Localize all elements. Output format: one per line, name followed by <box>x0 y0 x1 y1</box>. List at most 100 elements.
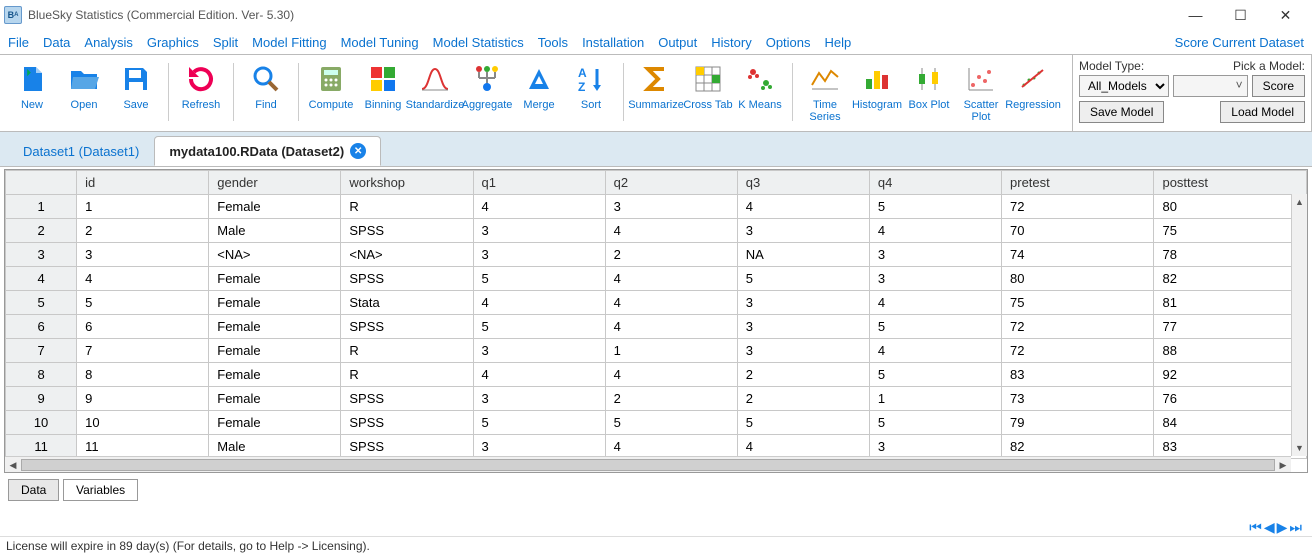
cell-q1[interactable]: 4 <box>473 291 605 315</box>
scroll-left-icon[interactable]: ◀ <box>5 457 21 473</box>
cell-posttest[interactable]: 83 <box>1154 435 1307 459</box>
cell-gender[interactable]: Female <box>209 291 341 315</box>
menu-data[interactable]: Data <box>43 35 70 50</box>
score-current-dataset-link[interactable]: Score Current Dataset <box>1175 35 1304 50</box>
table-row[interactable]: 55FemaleStata44347581 <box>6 291 1307 315</box>
cell-pretest[interactable]: 72 <box>1002 339 1154 363</box>
save-model-button[interactable]: Save Model <box>1079 101 1164 123</box>
cell-id[interactable]: 3 <box>77 243 209 267</box>
cell-posttest[interactable]: 76 <box>1154 387 1307 411</box>
cell-q1[interactable]: 3 <box>473 435 605 459</box>
nav-prev-icon[interactable]: ◀ <box>1264 519 1275 536</box>
crosstab-button[interactable]: Cross Tab <box>682 59 734 125</box>
boxplot-button[interactable]: Box Plot <box>903 59 955 125</box>
new-button[interactable]: New <box>6 59 58 125</box>
cell-q4[interactable]: 1 <box>869 387 1001 411</box>
cell-q4[interactable]: 3 <box>869 435 1001 459</box>
cell-workshop[interactable]: SPSS <box>341 219 473 243</box>
cell-q3[interactable]: 3 <box>737 315 869 339</box>
cell-id[interactable]: 9 <box>77 387 209 411</box>
cell-gender[interactable]: Female <box>209 267 341 291</box>
cell-posttest[interactable]: 88 <box>1154 339 1307 363</box>
cell-q4[interactable]: 3 <box>869 243 1001 267</box>
table-row[interactable]: 66FemaleSPSS54357277 <box>6 315 1307 339</box>
row-number[interactable]: 7 <box>6 339 77 363</box>
cell-q3[interactable]: 3 <box>737 219 869 243</box>
cell-id[interactable]: 11 <box>77 435 209 459</box>
cell-q1[interactable]: 5 <box>473 315 605 339</box>
cell-q1[interactable]: 3 <box>473 339 605 363</box>
cell-workshop[interactable]: R <box>341 195 473 219</box>
cell-id[interactable]: 8 <box>77 363 209 387</box>
table-row[interactable]: 11FemaleR43457280 <box>6 195 1307 219</box>
compute-button[interactable]: Compute <box>305 59 357 125</box>
nav-first-icon[interactable]: ⏮ <box>1249 519 1262 536</box>
find-button[interactable]: Find <box>240 59 292 125</box>
kmeans-button[interactable]: K Means <box>734 59 786 125</box>
col-posttest[interactable]: posttest <box>1154 171 1307 195</box>
row-number[interactable]: 4 <box>6 267 77 291</box>
table-row[interactable]: 1010FemaleSPSS55557984 <box>6 411 1307 435</box>
menu-split[interactable]: Split <box>213 35 238 50</box>
variables-tab[interactable]: Variables <box>63 479 138 501</box>
cell-q2[interactable]: 4 <box>605 291 737 315</box>
cell-pretest[interactable]: 80 <box>1002 267 1154 291</box>
col-q1[interactable]: q1 <box>473 171 605 195</box>
menu-help[interactable]: Help <box>825 35 852 50</box>
open-button[interactable]: Open <box>58 59 110 125</box>
col-pretest[interactable]: pretest <box>1002 171 1154 195</box>
cell-q4[interactable]: 5 <box>869 363 1001 387</box>
menu-model-statistics[interactable]: Model Statistics <box>433 35 524 50</box>
cell-q2[interactable]: 4 <box>605 363 737 387</box>
cell-gender[interactable]: Male <box>209 435 341 459</box>
cell-q3[interactable]: NA <box>737 243 869 267</box>
close-button[interactable] <box>1263 1 1308 29</box>
cell-posttest[interactable]: 92 <box>1154 363 1307 387</box>
row-number[interactable]: 8 <box>6 363 77 387</box>
save-button[interactable]: Save <box>110 59 162 125</box>
scroll-right-icon[interactable]: ▶ <box>1275 457 1291 473</box>
cell-posttest[interactable]: 81 <box>1154 291 1307 315</box>
cell-q1[interactable]: 4 <box>473 195 605 219</box>
menu-history[interactable]: History <box>711 35 751 50</box>
tab-dataset2[interactable]: mydata100.RData (Dataset2) ✕ <box>154 136 381 166</box>
cell-q1[interactable]: 3 <box>473 387 605 411</box>
cell-posttest[interactable]: 84 <box>1154 411 1307 435</box>
row-number[interactable]: 6 <box>6 315 77 339</box>
col-q3[interactable]: q3 <box>737 171 869 195</box>
cell-gender[interactable]: Female <box>209 339 341 363</box>
menu-graphics[interactable]: Graphics <box>147 35 199 50</box>
cell-q4[interactable]: 4 <box>869 219 1001 243</box>
cell-q3[interactable]: 5 <box>737 267 869 291</box>
cell-q3[interactable]: 2 <box>737 363 869 387</box>
cell-pretest[interactable]: 75 <box>1002 291 1154 315</box>
close-tab-icon[interactable]: ✕ <box>350 143 366 159</box>
cell-workshop[interactable]: SPSS <box>341 435 473 459</box>
cell-pretest[interactable]: 79 <box>1002 411 1154 435</box>
nav-last-icon[interactable]: ⏭ <box>1289 519 1302 536</box>
scrollbar-thumb[interactable] <box>21 459 1275 471</box>
table-row[interactable]: 88FemaleR44258392 <box>6 363 1307 387</box>
cell-id[interactable]: 6 <box>77 315 209 339</box>
row-number[interactable]: 10 <box>6 411 77 435</box>
cell-q3[interactable]: 4 <box>737 195 869 219</box>
table-row[interactable]: 99FemaleSPSS32217376 <box>6 387 1307 411</box>
menu-output[interactable]: Output <box>658 35 697 50</box>
cell-workshop[interactable]: Stata <box>341 291 473 315</box>
score-button[interactable]: Score <box>1252 75 1305 97</box>
cell-pretest[interactable]: 73 <box>1002 387 1154 411</box>
sort-button[interactable]: AZ Sort <box>565 59 617 125</box>
row-number[interactable]: 9 <box>6 387 77 411</box>
cell-q1[interactable]: 4 <box>473 363 605 387</box>
cell-id[interactable]: 5 <box>77 291 209 315</box>
load-model-button[interactable]: Load Model <box>1220 101 1305 123</box>
row-number[interactable]: 1 <box>6 195 77 219</box>
cell-q3[interactable]: 3 <box>737 291 869 315</box>
cell-q3[interactable]: 5 <box>737 411 869 435</box>
col-workshop[interactable]: workshop <box>341 171 473 195</box>
table-row[interactable]: 33<NA><NA>32NA37478 <box>6 243 1307 267</box>
cell-gender[interactable]: Female <box>209 195 341 219</box>
cell-pretest[interactable]: 72 <box>1002 315 1154 339</box>
cell-workshop[interactable]: SPSS <box>341 411 473 435</box>
menu-model-tuning[interactable]: Model Tuning <box>341 35 419 50</box>
